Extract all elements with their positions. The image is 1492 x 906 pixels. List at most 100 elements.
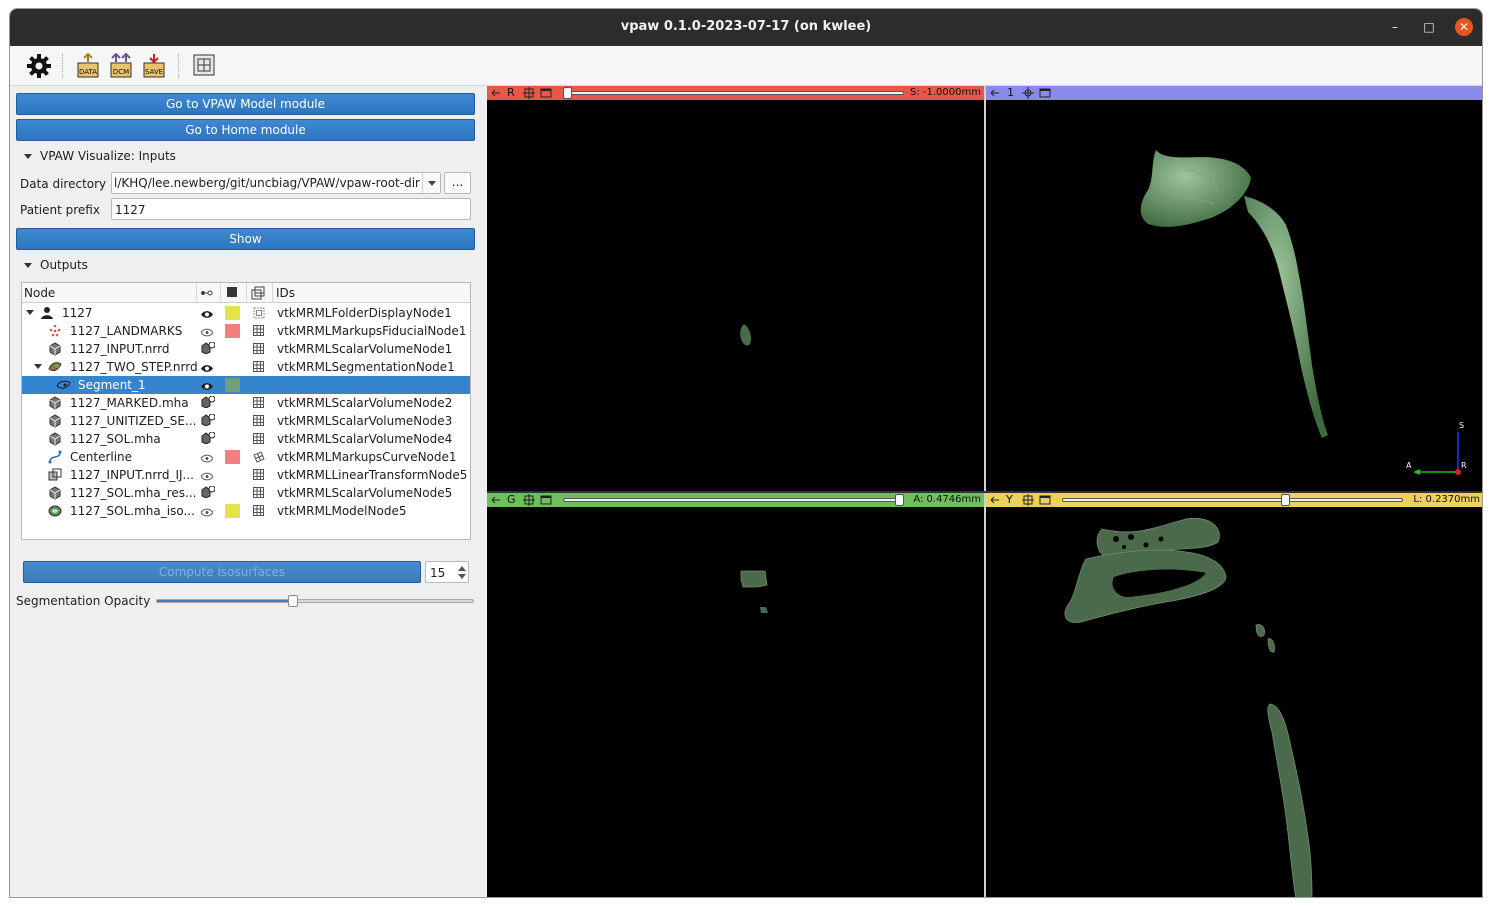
layout-icon[interactable] xyxy=(192,53,218,79)
inputs-section-header[interactable]: VPAW Visualize: Inputs xyxy=(24,149,176,163)
expand-arrow-icon[interactable] xyxy=(34,364,42,369)
node-column-header[interactable]: Node xyxy=(24,286,55,300)
save-icon[interactable]: SAVE xyxy=(142,53,168,79)
tree-row[interactable]: 1127_UNITIZED_SE... vtkMRMLScalarVolumeNo… xyxy=(22,412,470,430)
volume-visibility-icon[interactable] xyxy=(201,431,216,445)
green-slice-slider[interactable] xyxy=(563,498,904,502)
yellow-slice-view[interactable]: Y L: 0.2370mm xyxy=(986,493,1482,897)
pin-icon[interactable] xyxy=(490,494,502,506)
volume-visibility-icon[interactable] xyxy=(201,485,216,499)
pin-icon[interactable] xyxy=(989,87,1001,99)
tree-row[interactable]: 1127 vtkMRMLFolderDisplayNode1 xyxy=(22,304,470,322)
node-color-swatch[interactable] xyxy=(225,450,240,464)
tree-row[interactable]: 1127_SOL.mha_iso... vtkMRMLModelNode5 xyxy=(22,502,470,520)
volume-visibility-icon[interactable] xyxy=(201,413,216,427)
transform-grid-icon[interactable] xyxy=(253,487,264,498)
node-color-swatch[interactable] xyxy=(225,378,240,392)
expand-arrow-icon[interactable] xyxy=(26,310,34,315)
close-button[interactable]: ✕ xyxy=(1455,18,1473,36)
svg-text:S: S xyxy=(1459,421,1464,430)
tree-row[interactable]: 1127_SOL.mha vtkMRMLScalarVolumeNode4 xyxy=(22,430,470,448)
transform-grid-icon[interactable] xyxy=(253,469,264,480)
data-icon[interactable]: DATA xyxy=(76,52,102,79)
transform-grid-icon[interactable] xyxy=(253,505,264,516)
node-id: vtkMRMLScalarVolumeNode3 xyxy=(277,414,453,428)
maximize-view-icon[interactable] xyxy=(540,494,552,506)
tree-row[interactable]: 1127_TWO_STEP.nrrd vtkMRMLSegmentationNod… xyxy=(22,358,470,376)
3d-view[interactable]: 1 S A R xyxy=(986,86,1482,491)
eye-closed-icon[interactable] xyxy=(200,506,214,517)
chevron-down-icon[interactable] xyxy=(422,173,440,193)
maximize-button[interactable]: □ xyxy=(1420,18,1438,36)
goto-model-button[interactable]: Go to VPAW Model module xyxy=(16,93,475,115)
tree-row[interactable]: 1127_INPUT.nrrd vtkMRMLScalarVolumeNode1 xyxy=(22,340,470,358)
outputs-section-header[interactable]: Outputs xyxy=(24,258,88,272)
transform-grid-icon[interactable] xyxy=(253,343,264,354)
tree-row[interactable]: 1127_INPUT.nrrd_IJ... vtkMRMLLinearTransf… xyxy=(22,466,470,484)
tree-row[interactable]: 1127_MARKED.mha vtkMRMLScalarVolumeNode2 xyxy=(22,394,470,412)
node-id: vtkMRMLScalarVolumeNode4 xyxy=(277,432,453,446)
iso-value-spinbox[interactable]: 15 xyxy=(425,561,469,583)
transform-grid-icon[interactable] xyxy=(253,415,264,426)
segmentation-opacity-slider[interactable] xyxy=(156,599,474,603)
red-slice-slider[interactable] xyxy=(563,91,904,95)
node-color-swatch[interactable] xyxy=(225,504,240,518)
green-slice-view[interactable]: G A: 0.4746mm xyxy=(487,493,984,897)
volume-visibility-icon[interactable] xyxy=(201,395,216,409)
node-color-swatch[interactable] xyxy=(225,306,240,320)
transform-grid-icon[interactable] xyxy=(253,325,264,336)
red-slice-view[interactable]: R S: -1.0000mm xyxy=(487,86,984,491)
gear-icon[interactable] xyxy=(26,53,52,79)
green-slice-handle[interactable] xyxy=(895,494,904,506)
spin-up-icon[interactable] xyxy=(458,566,466,571)
dcm-icon[interactable]: DCM xyxy=(109,52,135,79)
eye-icon[interactable] xyxy=(201,362,213,372)
link-icon[interactable] xyxy=(523,494,535,506)
eye-icon[interactable] xyxy=(201,308,213,318)
center-view-icon[interactable] xyxy=(1022,87,1034,99)
transform-column-icon[interactable] xyxy=(251,286,265,303)
transform-grid-icon[interactable] xyxy=(253,433,264,444)
folder-display-icon[interactable] xyxy=(253,307,265,319)
node-color-swatch[interactable] xyxy=(225,324,240,338)
visibility-column-icon[interactable] xyxy=(200,287,214,301)
eye-icon[interactable] xyxy=(201,380,213,390)
app-window: vpaw 0.1.0-2023-07-17 (on kwlee) – □ ✕ D… xyxy=(9,8,1483,898)
pin-icon[interactable] xyxy=(989,494,1001,506)
link-icon[interactable] xyxy=(1022,494,1034,506)
maximize-view-icon[interactable] xyxy=(1039,87,1051,99)
yellow-slice-slider[interactable] xyxy=(1062,498,1403,502)
segmentation-icon xyxy=(48,360,62,374)
goto-home-button[interactable]: Go to Home module xyxy=(16,119,475,141)
pin-icon[interactable] xyxy=(490,87,502,99)
browse-button[interactable]: ... xyxy=(444,172,471,194)
tree-row[interactable]: 1127_LANDMARKS vtkMRMLMarkupsFiducialNode… xyxy=(22,322,470,340)
minimize-button[interactable]: – xyxy=(1386,18,1404,36)
ids-column-header[interactable]: IDs xyxy=(276,286,295,300)
maximize-view-icon[interactable] xyxy=(1039,494,1051,506)
slider-handle[interactable] xyxy=(287,595,298,607)
color-column-icon[interactable] xyxy=(226,286,238,301)
link-icon[interactable] xyxy=(523,87,535,99)
show-button[interactable]: Show xyxy=(16,228,475,250)
subject-hierarchy-tree[interactable]: Node IDs 1127 vtkMRMLFolderDisplayNode1 11… xyxy=(21,282,471,540)
tree-row[interactable]: Centerline vtkMRMLMarkupsCurveNode1 xyxy=(22,448,470,466)
maximize-view-icon[interactable] xyxy=(540,87,552,99)
volume-visibility-icon[interactable] xyxy=(201,341,216,355)
node-name: 1127_LANDMARKS xyxy=(70,324,183,338)
eye-closed-icon[interactable] xyxy=(200,326,214,337)
eye-closed-icon[interactable] xyxy=(200,470,214,481)
transform-grid-icon[interactable] xyxy=(253,397,264,408)
tree-row[interactable]: 1127_SOL.mha_res... vtkMRMLScalarVolumeNo… xyxy=(22,484,470,502)
spin-down-icon[interactable] xyxy=(458,574,466,579)
patient-prefix-input[interactable]: 1127 xyxy=(111,198,471,220)
yellow-slice-handle[interactable] xyxy=(1281,494,1291,506)
data-directory-combo[interactable]: l/KHQ/lee.newberg/git/uncbiag/VPAW/vpaw-… xyxy=(111,172,441,194)
transform-grid-icon[interactable] xyxy=(253,451,265,463)
compute-isosurfaces-button[interactable]: Compute Isosurfaces xyxy=(23,561,421,583)
red-slice-handle[interactable] xyxy=(563,87,572,99)
tree-header: Node IDs xyxy=(22,283,470,303)
tree-row[interactable]: Segment_1 xyxy=(22,376,470,394)
transform-grid-icon[interactable] xyxy=(253,361,264,372)
eye-closed-icon[interactable] xyxy=(200,452,214,463)
